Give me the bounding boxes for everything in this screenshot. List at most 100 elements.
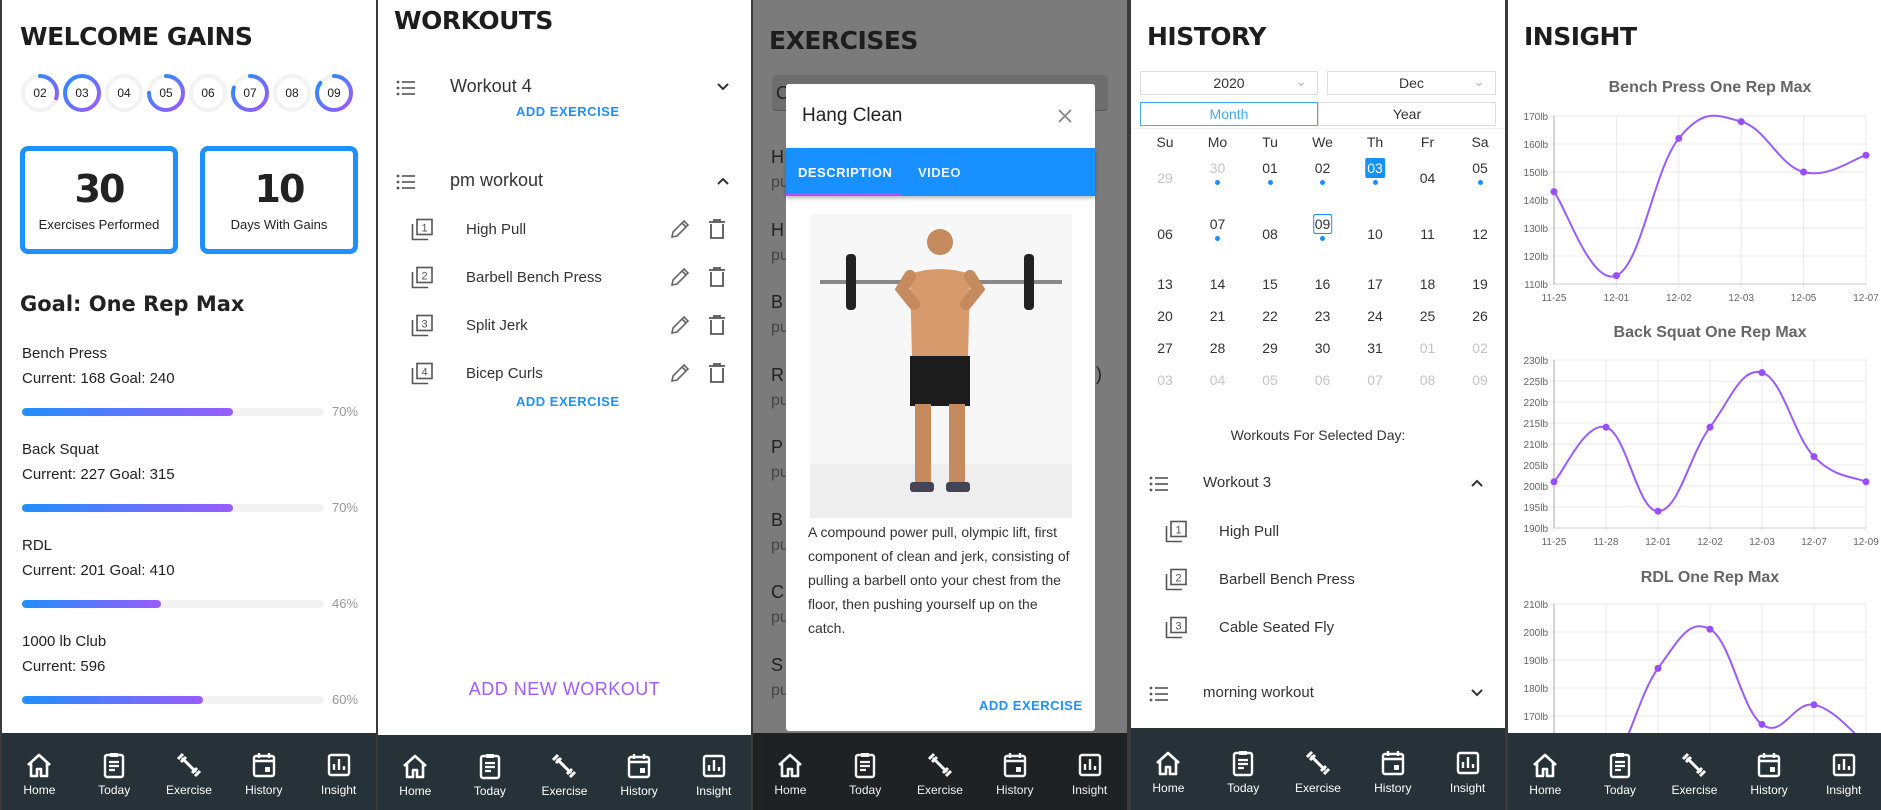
- calendar-day[interactable]: 19: [1454, 268, 1505, 300]
- data-point[interactable]: [1612, 272, 1620, 280]
- edit-icon[interactable]: [669, 266, 691, 288]
- data-point[interactable]: [1706, 625, 1714, 633]
- calendar-day[interactable]: 15: [1244, 268, 1296, 300]
- calendar-day[interactable]: 25: [1402, 300, 1454, 332]
- chevron-up-icon[interactable]: [1470, 478, 1484, 488]
- mode-year-button[interactable]: Year: [1318, 102, 1496, 126]
- month-select[interactable]: Dec ⌄: [1327, 71, 1496, 95]
- nav-history[interactable]: History: [609, 751, 669, 798]
- trash-icon[interactable]: [706, 218, 728, 240]
- calendar-day[interactable]: 08: [1402, 364, 1454, 396]
- day-ring[interactable]: 07: [230, 73, 270, 113]
- add-exercise-button[interactable]: ADD EXERCISE: [516, 104, 620, 119]
- calendar-day[interactable]: 03: [1349, 156, 1401, 212]
- calendar-day[interactable]: 09: [1454, 364, 1505, 396]
- nav-today[interactable]: Today: [1213, 748, 1273, 795]
- calendar-day[interactable]: 07: [1192, 212, 1244, 268]
- calendar-day[interactable]: 24: [1349, 300, 1401, 332]
- nav-insight[interactable]: Insight: [1438, 748, 1498, 795]
- calendar-day[interactable]: 21: [1192, 300, 1244, 332]
- calendar-day[interactable]: 23: [1297, 300, 1349, 332]
- data-point[interactable]: [1737, 118, 1745, 126]
- calendar-day[interactable]: 05: [1244, 364, 1296, 396]
- edit-icon[interactable]: [669, 314, 691, 336]
- calendar-day[interactable]: 06: [1139, 212, 1191, 268]
- nav-exercise[interactable]: Exercise: [534, 751, 594, 798]
- year-select[interactable]: 2020 ⌄: [1140, 71, 1318, 95]
- edit-icon[interactable]: [669, 218, 691, 240]
- data-point[interactable]: [1758, 720, 1766, 728]
- data-point[interactable]: [1862, 478, 1870, 486]
- nav-today[interactable]: Today: [835, 750, 895, 797]
- calendar-day[interactable]: 11: [1402, 212, 1454, 268]
- chevron-down-icon[interactable]: [1470, 688, 1484, 698]
- calendar-day[interactable]: 02: [1454, 332, 1505, 364]
- calendar-day[interactable]: 09: [1297, 212, 1349, 268]
- data-point[interactable]: [1654, 507, 1662, 515]
- add-exercise-button[interactable]: ADD EXERCISE: [516, 394, 620, 409]
- add-new-workout-button[interactable]: ADD NEW WORKOUT: [378, 679, 751, 700]
- calendar-day[interactable]: 01: [1402, 332, 1454, 364]
- calendar-day[interactable]: 02: [1297, 156, 1349, 212]
- nav-insight[interactable]: Insight: [309, 750, 369, 797]
- data-point[interactable]: [1602, 423, 1610, 431]
- calendar-day[interactable]: 30: [1297, 332, 1349, 364]
- calendar-day[interactable]: 31: [1349, 332, 1401, 364]
- calendar-day[interactable]: 13: [1139, 268, 1191, 300]
- calendar-day[interactable]: 04: [1192, 364, 1244, 396]
- nav-exercise[interactable]: Exercise: [159, 750, 219, 797]
- calendar-day[interactable]: 03: [1139, 364, 1191, 396]
- nav-exercise[interactable]: Exercise: [1288, 748, 1348, 795]
- tab-description[interactable]: DESCRIPTION: [798, 165, 892, 180]
- data-point[interactable]: [1758, 369, 1766, 377]
- nav-insight[interactable]: Insight: [1814, 750, 1874, 797]
- calendar-day[interactable]: 28: [1192, 332, 1244, 364]
- data-point[interactable]: [1810, 701, 1818, 709]
- trash-icon[interactable]: [706, 314, 728, 336]
- nav-home[interactable]: Home: [760, 750, 820, 797]
- nav-history[interactable]: History: [1363, 748, 1423, 795]
- day-ring[interactable]: 05: [146, 73, 186, 113]
- calendar-day[interactable]: 18: [1402, 268, 1454, 300]
- trash-icon[interactable]: [706, 266, 728, 288]
- mode-month-button[interactable]: Month: [1140, 102, 1318, 126]
- data-point[interactable]: [1810, 453, 1818, 461]
- nav-exercise[interactable]: Exercise: [910, 750, 970, 797]
- calendar-day[interactable]: 20: [1139, 300, 1191, 332]
- nav-insight[interactable]: Insight: [1060, 750, 1120, 797]
- calendar-day[interactable]: 06: [1297, 364, 1349, 396]
- data-point[interactable]: [1800, 168, 1808, 176]
- day-ring[interactable]: 04: [104, 73, 144, 113]
- calendar-day[interactable]: 22: [1244, 300, 1296, 332]
- nav-insight[interactable]: Insight: [684, 751, 744, 798]
- close-icon[interactable]: [1057, 108, 1073, 124]
- calendar-day[interactable]: 29: [1139, 156, 1191, 212]
- data-point[interactable]: [1862, 151, 1870, 159]
- nav-today[interactable]: Today: [1590, 750, 1650, 797]
- nav-today[interactable]: Today: [84, 750, 144, 797]
- trash-icon[interactable]: [706, 362, 728, 384]
- calendar-day[interactable]: 05: [1454, 156, 1505, 212]
- calendar-day[interactable]: 04: [1402, 156, 1454, 212]
- calendar-day[interactable]: 14: [1192, 268, 1244, 300]
- data-point[interactable]: [1550, 478, 1558, 486]
- nav-home[interactable]: Home: [9, 750, 69, 797]
- calendar-day[interactable]: 26: [1454, 300, 1505, 332]
- chevron-up-icon[interactable]: [716, 176, 730, 186]
- data-point[interactable]: [1550, 188, 1558, 196]
- data-point[interactable]: [1654, 664, 1662, 672]
- calendar-day[interactable]: 30: [1192, 156, 1244, 212]
- edit-icon[interactable]: [669, 362, 691, 384]
- nav-today[interactable]: Today: [460, 751, 520, 798]
- nav-home[interactable]: Home: [1138, 748, 1198, 795]
- data-point[interactable]: [1675, 134, 1683, 142]
- day-ring[interactable]: 08: [272, 73, 312, 113]
- calendar-day[interactable]: 08: [1244, 212, 1296, 268]
- calendar-day[interactable]: 16: [1297, 268, 1349, 300]
- nav-history[interactable]: History: [985, 750, 1045, 797]
- calendar-day[interactable]: 10: [1349, 212, 1401, 268]
- day-ring[interactable]: 09: [314, 73, 354, 113]
- calendar-day[interactable]: 27: [1139, 332, 1191, 364]
- day-ring[interactable]: 02: [20, 73, 60, 113]
- calendar-day[interactable]: 01: [1244, 156, 1296, 212]
